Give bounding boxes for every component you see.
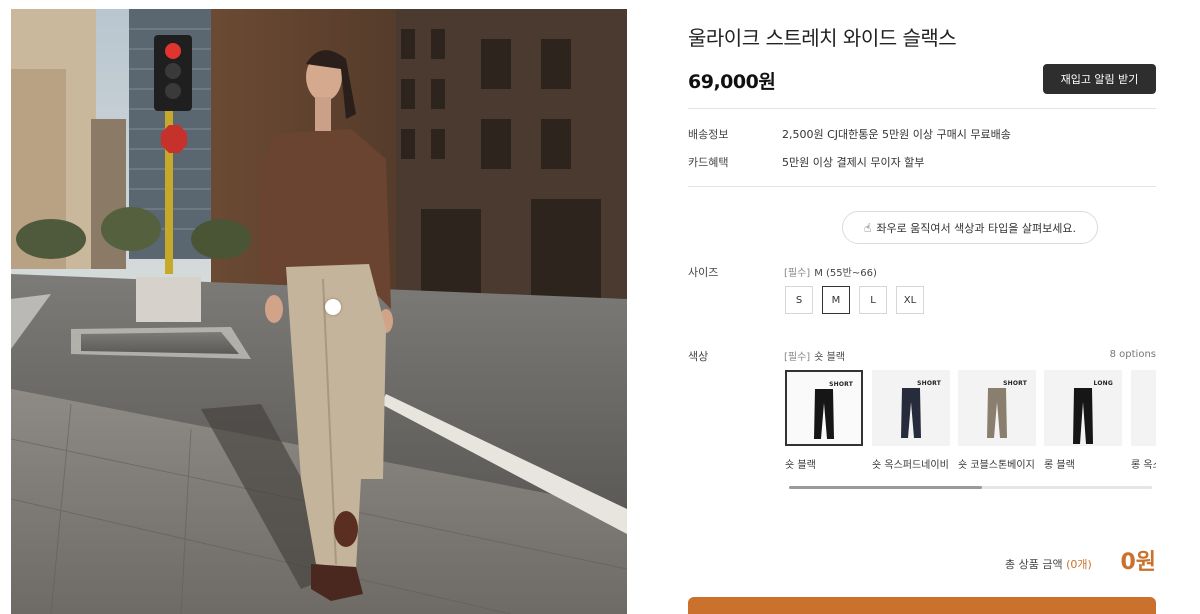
product-photo[interactable]: [11, 9, 627, 614]
product-price: 69,000원: [688, 71, 776, 93]
swatch-name: 숏 옥스퍼드네이비: [872, 460, 949, 471]
buy-button[interactable]: [688, 597, 1156, 614]
product-title: 울라이크 스트레치 와이드 슬랙스: [688, 26, 957, 50]
product-photo-image: [11, 9, 627, 614]
divider: [688, 108, 1156, 109]
size-option-xl[interactable]: XL: [896, 286, 924, 314]
color-swatch[interactable]: LONG 롱 블랙: [1044, 370, 1122, 471]
color-swatch[interactable]: SHORT 숏 코블스톤베이지: [958, 370, 1036, 471]
color-label: 색상: [688, 350, 709, 363]
swatch-image: [1131, 370, 1156, 446]
size-label: 사이즈: [688, 266, 719, 279]
total-price-value: 0원: [1120, 550, 1156, 575]
swatch-length-tag: SHORT: [917, 380, 941, 387]
product-info-panel: 울라이크 스트레치 와이드 슬랙스 69,000원 재입고 알림 받기 배송정보…: [688, 0, 1156, 614]
swatch-image: SHORT: [785, 370, 863, 446]
swatch-name: 숏 블랙: [785, 460, 816, 471]
swipe-hint-pill: ☝ 좌우로 움직여서 색상과 타입을 살펴보세요.: [842, 211, 1098, 244]
size-required-tag: [필수]: [784, 268, 811, 279]
hand-pointer-icon: ☝: [864, 220, 872, 235]
shipping-label: 배송정보: [688, 128, 729, 141]
size-selection-header: [필수] M (55반~66): [784, 264, 877, 279]
size-option-s[interactable]: S: [785, 286, 813, 314]
color-swatch[interactable]: SHORT 숏 블랙: [785, 370, 863, 471]
swatch-image: LONG: [1044, 370, 1122, 446]
size-options: S M L XL: [785, 286, 924, 314]
swatch-length-tag: LONG: [1093, 380, 1113, 387]
restock-alert-button[interactable]: 재입고 알림 받기: [1043, 64, 1156, 94]
color-swatch[interactable]: SHORT 숏 옥스퍼드네이비: [872, 370, 950, 471]
size-option-m[interactable]: M: [822, 286, 850, 314]
swatch-name: 롱 블랙: [1044, 460, 1075, 471]
card-benefit-value: 5만원 이상 결제시 무이자 할부: [782, 156, 925, 169]
total-quantity: (0개): [1066, 558, 1092, 571]
color-carousel-scrollbar[interactable]: [789, 486, 1152, 489]
pants-icon: [1073, 388, 1093, 444]
color-required-tag: [필수]: [784, 352, 811, 363]
pants-icon: [987, 388, 1007, 438]
swipe-hint-text: 좌우로 움직여서 색상과 타입을 살펴보세요.: [876, 221, 1076, 235]
shipping-value: 2,500원 CJ대한통운 5만원 이상 구매시 무료배송: [782, 128, 1011, 141]
divider: [688, 186, 1156, 187]
swatch-name: 숏 코블스톤베이지: [958, 460, 1035, 471]
color-selected-value: 숏 블랙: [814, 352, 845, 363]
pants-icon: [814, 389, 834, 439]
scrollbar-thumb[interactable]: [789, 486, 982, 489]
pants-icon: [901, 388, 921, 438]
swatch-length-tag: SHORT: [829, 381, 853, 388]
total-price-label: 총 상품 금액: [1005, 558, 1063, 571]
size-option-l[interactable]: L: [859, 286, 887, 314]
card-benefit-label: 카드혜택: [688, 156, 729, 169]
color-swatch-carousel[interactable]: SHORT 숏 블랙 SHORT 숏 옥스퍼드네이비 SHORT 숏 코블스톤베…: [785, 370, 1156, 476]
color-selection-header: [필수] 숏 블랙: [784, 348, 845, 363]
color-swatch[interactable]: 롱 옥스: [1131, 370, 1156, 471]
swatch-image: SHORT: [872, 370, 950, 446]
color-option-count: 8 options: [1109, 349, 1156, 360]
total-price-label-group: 총 상품 금액 (0개): [1005, 556, 1092, 572]
size-selected-value: M (55반~66): [814, 268, 877, 279]
swatch-length-tag: SHORT: [1003, 380, 1027, 387]
swatch-image: SHORT: [958, 370, 1036, 446]
image-hotspot-dot[interactable]: [325, 299, 341, 315]
swatch-name: 롱 옥스: [1131, 460, 1156, 471]
